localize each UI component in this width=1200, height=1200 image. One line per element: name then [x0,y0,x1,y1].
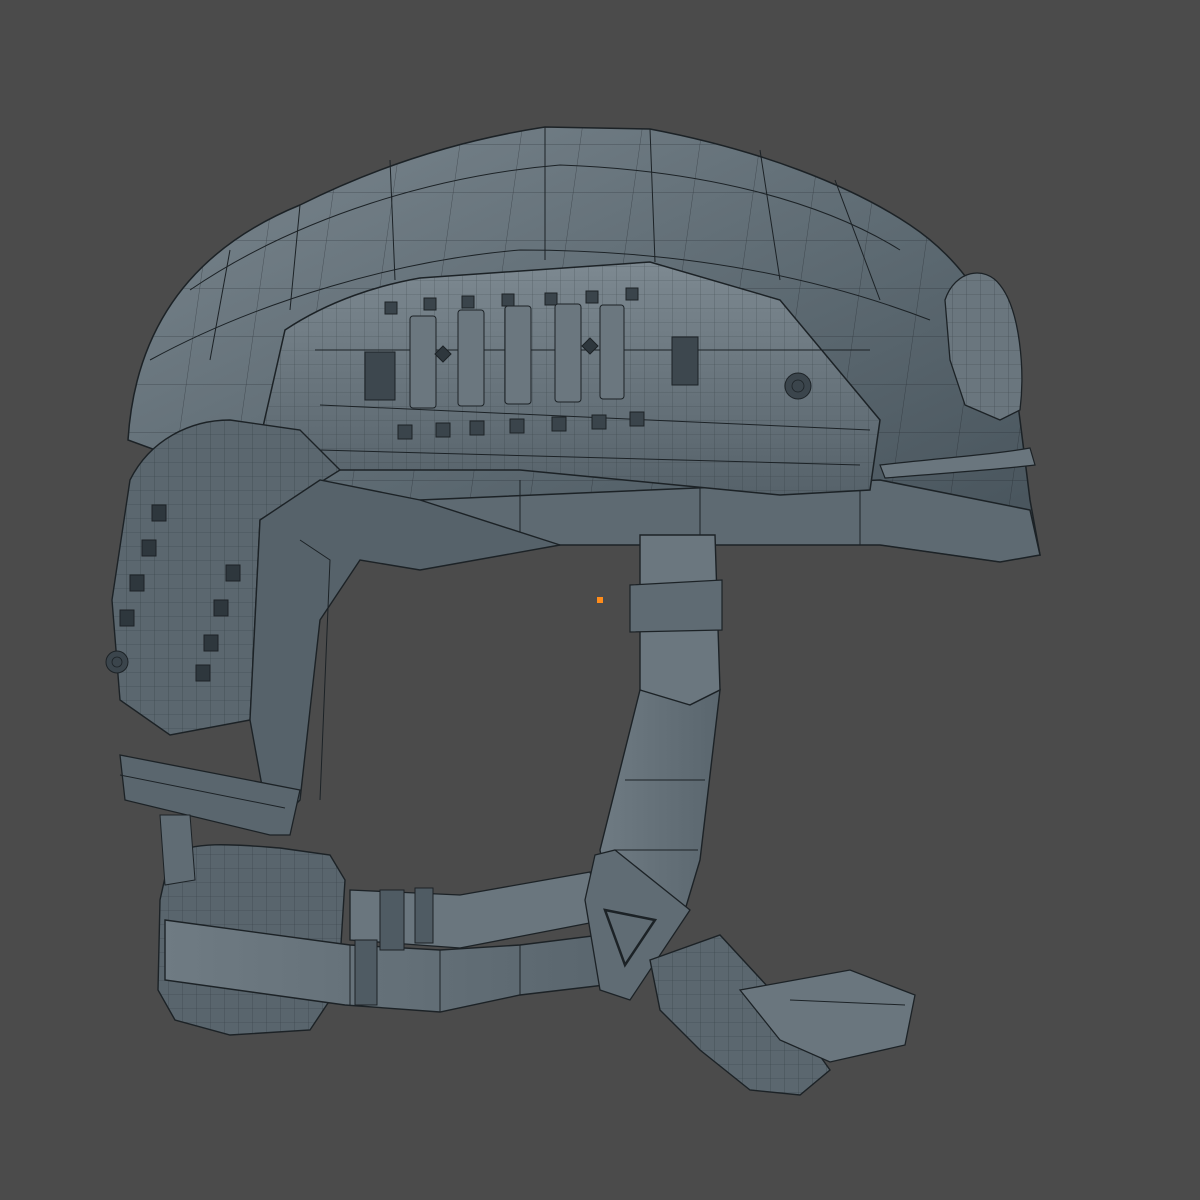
3d-viewport[interactable] [0,0,1200,1200]
object-origin-marker [597,597,603,603]
strap-buckle [584,849,916,1096]
